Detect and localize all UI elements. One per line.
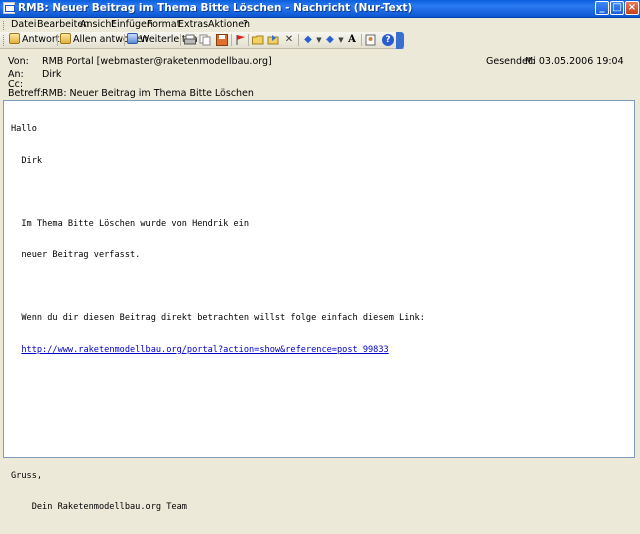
save-icon[interactable] bbox=[216, 34, 228, 46]
delete-icon[interactable]: ✕ bbox=[283, 34, 295, 46]
link-line: http://www.raketenmodellbau.org/portal?a… bbox=[11, 345, 425, 356]
forward-icon bbox=[127, 33, 138, 44]
body-line: Gruss, bbox=[11, 470, 43, 481]
body-line: Wenn du dir diesen Beitrag direkt betrac… bbox=[11, 313, 425, 323]
message-text[interactable]: Hallo Dirk Im Thema Bitte Löschen wurde … bbox=[11, 103, 425, 534]
sent-value: Mi 03.05.2006 19:04 bbox=[525, 56, 624, 67]
maximize-button[interactable]: □ bbox=[610, 1, 624, 15]
body-line bbox=[11, 376, 425, 387]
toolbar-overflow-button[interactable] bbox=[396, 32, 404, 49]
copy-icon[interactable] bbox=[199, 34, 211, 46]
address-book-icon[interactable] bbox=[365, 34, 377, 46]
menu-format[interactable]: Format bbox=[147, 19, 180, 30]
body-line: Dirk bbox=[11, 155, 43, 166]
menu-bar: Datei Bearbeiten Ansicht Einfügen Format… bbox=[0, 18, 640, 32]
body-line bbox=[11, 439, 425, 450]
toolbar-separator bbox=[180, 34, 181, 46]
menu-grip[interactable] bbox=[3, 21, 6, 30]
body-line bbox=[11, 408, 425, 419]
subject-label: Betreff: bbox=[8, 88, 44, 99]
close-button[interactable]: × bbox=[625, 1, 639, 15]
reply-icon bbox=[9, 33, 20, 44]
toolbar-separator bbox=[231, 34, 232, 46]
menu-ansicht[interactable]: Ansicht bbox=[80, 19, 115, 30]
message-header: Von: RMB Portal [webmaster@raketenmodell… bbox=[0, 52, 640, 100]
body-line bbox=[11, 282, 425, 293]
toolbar-separator bbox=[57, 34, 58, 46]
post-link[interactable]: http://www.raketenmodellbau.org/portal?a… bbox=[21, 345, 388, 355]
body-line bbox=[11, 187, 425, 198]
move-icon[interactable] bbox=[267, 34, 279, 46]
open-folder-icon[interactable] bbox=[252, 34, 264, 46]
minimize-button[interactable]: _ bbox=[595, 1, 609, 15]
toolbar-grip[interactable] bbox=[3, 35, 6, 46]
body-line: Dein Raketenmodellbau.org Team bbox=[11, 502, 187, 512]
toolbar-separator bbox=[124, 34, 125, 46]
body-line: Hallo bbox=[11, 124, 37, 134]
print-icon[interactable] bbox=[184, 34, 196, 46]
message-body[interactable]: Hallo Dirk Im Thema Bitte Löschen wurde … bbox=[3, 100, 635, 512]
message-window: RMB: Neuer Beitrag im Thema Bitte Lösche… bbox=[0, 0, 640, 512]
subject-value: RMB: Neuer Beitrag im Thema Bitte Lösche… bbox=[42, 88, 254, 99]
standard-toolbar: Antworten Allen antworten Weiterleiten ✕… bbox=[0, 32, 404, 49]
link-indent bbox=[11, 345, 21, 355]
reply-all-icon bbox=[60, 33, 71, 44]
toolbar-separator bbox=[361, 34, 362, 46]
font-size-icon[interactable]: A bbox=[346, 34, 358, 46]
menu-help[interactable]: ? bbox=[243, 19, 248, 30]
toolbar-separator bbox=[298, 34, 299, 46]
toolbar-separator bbox=[248, 34, 249, 46]
window-title: RMB: Neuer Beitrag im Thema Bitte Lösche… bbox=[18, 2, 413, 14]
help-icon[interactable]: ? bbox=[382, 34, 394, 46]
from-value[interactable]: RMB Portal [webmaster@raketenmodellbau.o… bbox=[42, 56, 272, 67]
body-line: Im Thema Bitte Löschen wurde von Hendrik… bbox=[11, 218, 249, 229]
flag-icon[interactable] bbox=[235, 34, 247, 46]
message-icon bbox=[3, 2, 15, 14]
menu-datei[interactable]: Datei bbox=[11, 19, 36, 30]
from-label: Von: bbox=[8, 56, 29, 67]
to-value[interactable]: Dirk bbox=[42, 69, 61, 80]
body-line: neuer Beitrag verfasst. bbox=[11, 250, 141, 260]
title-bar[interactable]: RMB: Neuer Beitrag im Thema Bitte Lösche… bbox=[0, 0, 640, 18]
menu-extras[interactable]: Extras bbox=[178, 19, 208, 30]
